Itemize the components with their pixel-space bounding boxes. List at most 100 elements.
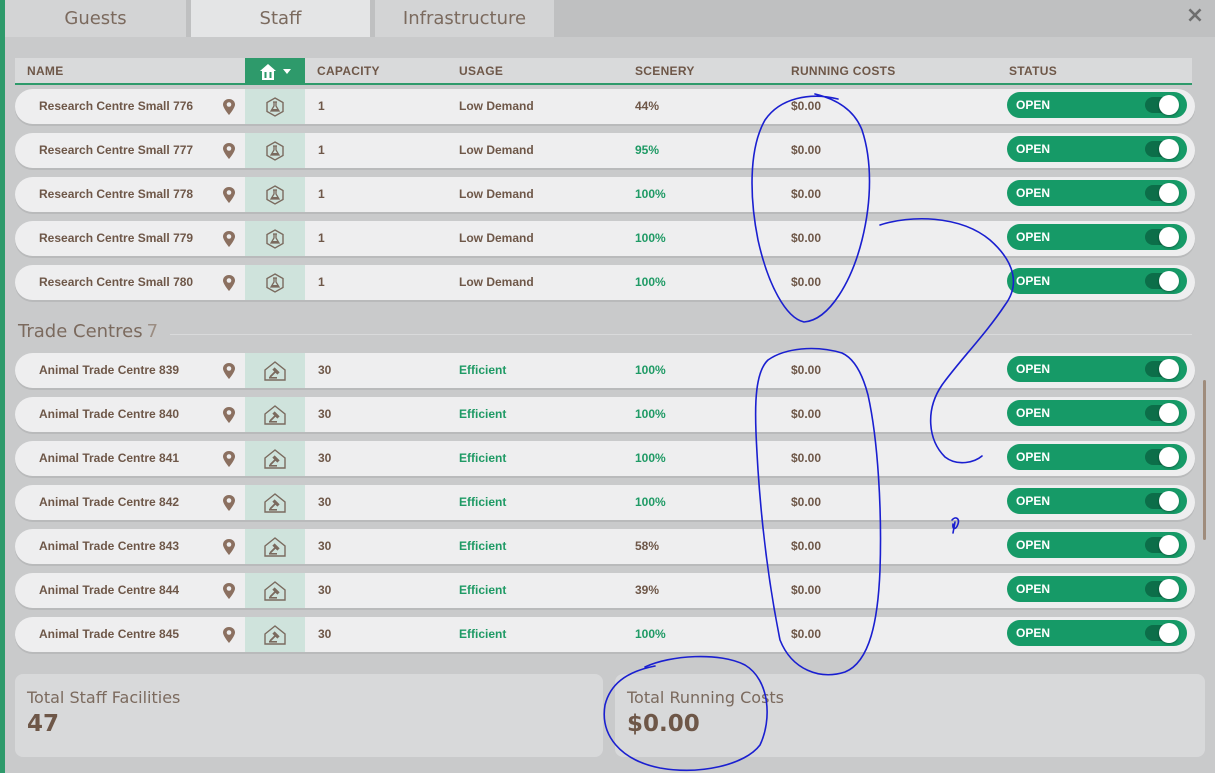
tab-infrastructure[interactable]: Infrastructure	[375, 0, 554, 37]
table-row[interactable]: Animal Trade Centre 839 30 Efficient 100% $0…	[15, 353, 1195, 388]
location-pin-icon[interactable]	[221, 626, 237, 644]
section-title-text: Trade Centres	[18, 321, 143, 342]
toggle-knob[interactable]	[1159, 95, 1179, 115]
status-toggle[interactable]: OPEN	[1007, 400, 1187, 426]
facility-running-costs: $0.00	[791, 627, 822, 641]
close-icon[interactable]: ×	[1183, 2, 1207, 28]
location-pin-icon[interactable]	[221, 406, 237, 424]
status-toggle[interactable]: OPEN	[1007, 620, 1187, 646]
header-scenery[interactable]: SCENERY	[635, 58, 695, 85]
toggle-knob[interactable]	[1159, 271, 1179, 291]
facility-list[interactable]: Research Centre Small 776 1 Low Demand 44% $…	[0, 87, 1200, 663]
facility-name[interactable]: Research Centre Small 779	[39, 221, 193, 256]
trade-centre-icon	[245, 617, 305, 652]
status-label: OPEN	[1016, 538, 1051, 552]
facility-usage: Low Demand	[459, 275, 534, 289]
header-status[interactable]: STATUS	[1009, 58, 1057, 85]
table-row[interactable]: Animal Trade Centre 845 30 Efficient 100% $0…	[15, 617, 1195, 652]
facility-usage: Efficient	[459, 495, 507, 509]
facility-name[interactable]: Research Centre Small 780	[39, 265, 193, 300]
research-centre-icon	[245, 89, 305, 124]
total-running-costs-card: Total Running Costs $0.00	[615, 674, 1205, 757]
status-toggle[interactable]: OPEN	[1007, 576, 1187, 602]
header-capacity[interactable]: CAPACITY	[317, 58, 380, 85]
table-row[interactable]: Animal Trade Centre 844 30 Efficient 39% $0.…	[15, 573, 1195, 608]
facility-usage: Efficient	[459, 627, 507, 641]
facility-name[interactable]: Animal Trade Centre 840	[39, 397, 179, 432]
facility-running-costs: $0.00	[791, 143, 822, 157]
facility-capacity: 1	[318, 99, 325, 113]
location-pin-icon[interactable]	[221, 450, 237, 468]
header-name[interactable]: NAME	[27, 58, 64, 85]
facility-name[interactable]: Animal Trade Centre 844	[39, 573, 179, 608]
facility-name[interactable]: Animal Trade Centre 839	[39, 353, 179, 388]
facility-name[interactable]: Research Centre Small 777	[39, 133, 193, 168]
facility-capacity: 1	[318, 187, 325, 201]
table-row[interactable]: Research Centre Small 779 1 Low Demand 100%…	[15, 221, 1195, 256]
table-row[interactable]: Research Centre Small 778 1 Low Demand 100%…	[15, 177, 1195, 212]
toggle-knob[interactable]	[1159, 579, 1179, 599]
toggle-knob[interactable]	[1159, 183, 1179, 203]
location-pin-icon[interactable]	[221, 582, 237, 600]
research-centre-icon	[245, 177, 305, 212]
status-label: OPEN	[1016, 406, 1051, 420]
trade-centre-icon	[245, 529, 305, 564]
facility-usage: Efficient	[459, 363, 507, 377]
location-pin-icon[interactable]	[221, 362, 237, 380]
facility-capacity: 30	[318, 539, 332, 553]
facility-name[interactable]: Animal Trade Centre 842	[39, 485, 179, 520]
table-row[interactable]: Research Centre Small 777 1 Low Demand 95% $…	[15, 133, 1195, 168]
toggle-knob[interactable]	[1159, 227, 1179, 247]
facility-name[interactable]: Research Centre Small 776	[39, 89, 193, 124]
facility-scenery: 100%	[635, 407, 666, 421]
facility-name[interactable]: Animal Trade Centre 845	[39, 617, 179, 652]
status-toggle[interactable]: OPEN	[1007, 268, 1187, 294]
list-scrollbar[interactable]	[1203, 380, 1206, 540]
location-pin-icon[interactable]	[221, 274, 237, 292]
toggle-knob[interactable]	[1159, 403, 1179, 423]
status-label: OPEN	[1016, 582, 1051, 596]
location-pin-icon[interactable]	[221, 494, 237, 512]
table-row[interactable]: Research Centre Small 780 1 Low Demand 100%…	[15, 265, 1195, 300]
toggle-knob[interactable]	[1159, 491, 1179, 511]
status-label: OPEN	[1016, 142, 1051, 156]
status-label: OPEN	[1016, 494, 1051, 508]
facility-name[interactable]: Research Centre Small 778	[39, 177, 193, 212]
header-running-costs[interactable]: RUNNING COSTS	[791, 58, 896, 85]
total-running-costs-label: Total Running Costs	[627, 688, 785, 707]
status-toggle[interactable]: OPEN	[1007, 92, 1187, 118]
toggle-knob[interactable]	[1159, 623, 1179, 643]
status-toggle[interactable]: OPEN	[1007, 444, 1187, 470]
table-row[interactable]: Research Centre Small 776 1 Low Demand 44% $…	[15, 89, 1195, 124]
location-pin-icon[interactable]	[221, 230, 237, 248]
status-toggle[interactable]: OPEN	[1007, 180, 1187, 206]
status-toggle[interactable]: OPEN	[1007, 488, 1187, 514]
facility-capacity: 30	[318, 583, 332, 597]
header-usage[interactable]: USAGE	[459, 58, 503, 85]
location-pin-icon[interactable]	[221, 98, 237, 116]
status-toggle[interactable]: OPEN	[1007, 532, 1187, 558]
table-row[interactable]: Animal Trade Centre 840 30 Efficient 100% $0…	[15, 397, 1195, 432]
table-row[interactable]: Animal Trade Centre 841 30 Efficient 100% $0…	[15, 441, 1195, 476]
table-row[interactable]: Animal Trade Centre 843 30 Efficient 58% $0.…	[15, 529, 1195, 564]
table-row[interactable]: Animal Trade Centre 842 30 Efficient 100% $0…	[15, 485, 1195, 520]
location-pin-icon[interactable]	[221, 142, 237, 160]
toggle-knob[interactable]	[1159, 535, 1179, 555]
facility-name[interactable]: Animal Trade Centre 841	[39, 441, 179, 476]
status-toggle[interactable]: OPEN	[1007, 224, 1187, 250]
toggle-knob[interactable]	[1159, 447, 1179, 467]
toggle-knob[interactable]	[1159, 359, 1179, 379]
status-label: OPEN	[1016, 450, 1051, 464]
total-staff-facilities-card: Total Staff Facilities 47	[15, 674, 603, 757]
status-toggle[interactable]: OPEN	[1007, 356, 1187, 382]
status-toggle[interactable]: OPEN	[1007, 136, 1187, 162]
facility-name[interactable]: Animal Trade Centre 843	[39, 529, 179, 564]
facility-running-costs: $0.00	[791, 275, 822, 289]
tab-guests[interactable]: Guests	[5, 0, 186, 37]
toggle-knob[interactable]	[1159, 139, 1179, 159]
type-filter-dropdown[interactable]	[245, 58, 305, 85]
location-pin-icon[interactable]	[221, 186, 237, 204]
tab-staff[interactable]: Staff	[191, 0, 370, 37]
status-label: OPEN	[1016, 274, 1051, 288]
location-pin-icon[interactable]	[221, 538, 237, 556]
